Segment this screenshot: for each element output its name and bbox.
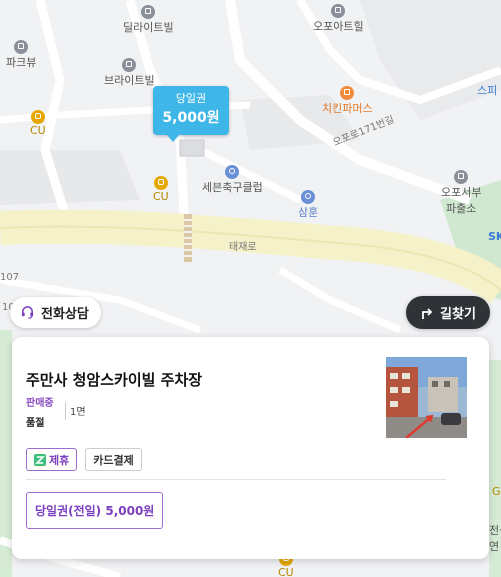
marker-price: 5,000원 [162,110,220,126]
poi-opo-police[interactable]: 오포서부 파출소 [441,170,481,216]
ticket-label: 당일권(전일) 5,000원 [35,504,155,518]
poi-label: CU [153,190,169,203]
poi-label: 삼훈 [298,206,319,219]
poi-label: 파출소 [446,202,477,215]
building-icon [301,190,316,204]
parking-price-marker[interactable]: 당일권 5,000원 [153,86,229,142]
poi-spi[interactable]: 스피 [477,82,497,98]
turn-right-icon [422,307,433,319]
poi-chicken[interactable]: 치킨파머스 [322,86,373,116]
parking-lot-title: 주만사 청암스카이빌 주차장 [26,371,203,389]
sold-out-label: 품절 [26,418,45,429]
road-label: 107 [0,272,20,283]
phone-consult-button[interactable]: 전화상담 [10,297,101,328]
spot-count: 1면 [70,407,86,418]
card-payment-tag: 카드결제 [85,448,142,471]
tag-list: 제휴 카드결제 [26,448,142,471]
divider [65,402,66,420]
card-payment-label: 카드결제 [93,453,134,467]
restaurant-icon [340,86,355,100]
parking-lot-photo[interactable] [386,357,467,438]
marker-ticket-type: 당일권 [175,92,207,105]
poi-label: 브라이트빌 [104,74,155,87]
road-label: 태재로 [229,242,257,253]
partner-logo-icon [34,453,46,466]
poi-label: CU [30,124,46,137]
headset-icon [21,306,34,319]
poi-label: 치킨파머스 [322,102,373,115]
day-ticket-option[interactable]: 당일권(전일) 5,000원 [26,492,164,529]
directions-button[interactable]: 길찾기 [406,296,490,329]
poi-cu[interactable]: CU [153,176,169,203]
directions-label: 길찾기 [440,307,476,322]
poi-samhun[interactable]: 삼훈 [298,190,318,220]
poi-label: CU [278,566,294,577]
poi-sk[interactable]: SK [488,230,501,243]
poi-label: 파크뷰 [6,56,37,69]
poi-label: 전싱 [489,524,501,537]
poi-delight[interactable]: 딜라이트빌 [123,5,174,35]
poi-label: 오포서부 [441,186,482,199]
partner-tag: 제휴 [26,448,78,471]
poi-label: 오포아트힐 [313,20,364,33]
building-icon [141,5,156,19]
poi-bright[interactable]: 브라이트빌 [104,58,155,88]
section-divider [26,479,446,480]
parking-info-card[interactable]: 주만사 청암스카이빌 주차장 판매중 1면 품절 제휴 카드결제 당일권(전일)… [12,337,489,559]
poi-g[interactable]: G [492,485,501,498]
sale-status: 판매중 [26,398,54,409]
building-icon [122,58,137,72]
poi-label: 세븐축구클럽 [202,181,263,194]
poi-label: G [492,485,501,498]
poi-label: 스피 [477,84,498,97]
sports-icon [225,165,240,179]
poi-label: SK [488,230,501,243]
poi-opo-hill[interactable]: 오포아트힐 [313,4,364,34]
building-icon [331,4,346,18]
poi-parkview[interactable]: 파크뷰 [6,40,36,70]
police-icon [454,170,469,184]
phone-consult-label: 전화상담 [41,307,89,322]
convenience-store-icon [153,176,168,190]
building-icon [14,40,29,54]
poi-edge[interactable]: 전싱 연 [489,522,501,554]
poi-label: 연 [489,540,500,553]
poi-sebon[interactable]: 세븐축구클럽 [202,165,263,195]
poi-label: 딜라이트빌 [123,21,174,34]
partner-tag-label: 제휴 [49,453,70,467]
convenience-store-icon [30,110,45,124]
photo-image [386,357,467,438]
poi-cu[interactable]: CU [30,110,46,137]
